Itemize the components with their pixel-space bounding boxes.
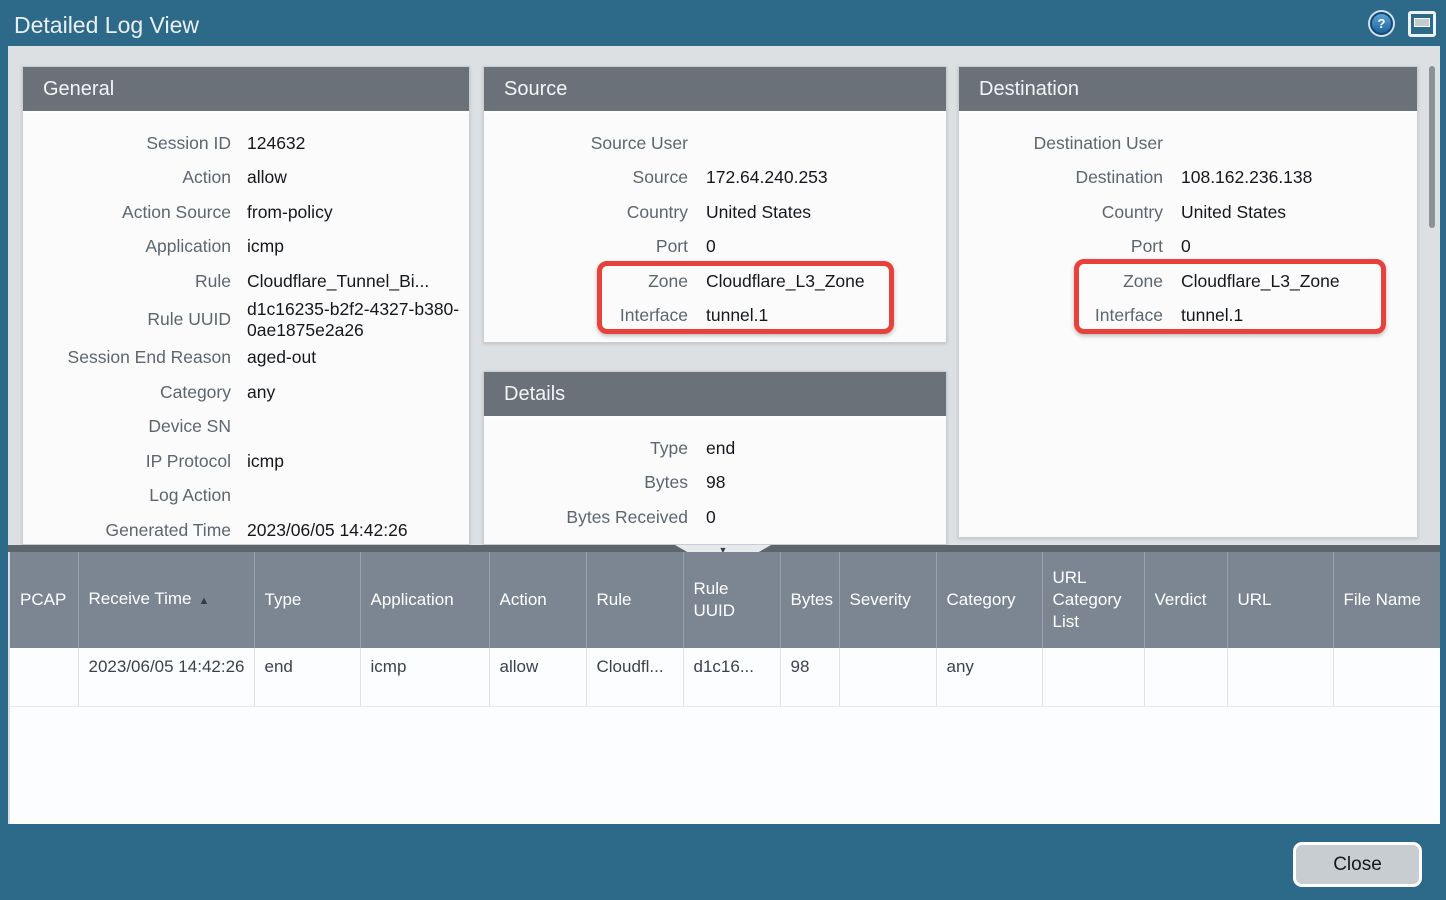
field-rule-uuid: Rule UUIDd1c16235-b2f2-4327-b380-0ae1875…	[23, 299, 469, 341]
column-header-url[interactable]: URL	[1227, 552, 1333, 648]
field-rule: RuleCloudflare_Tunnel_Bi...	[23, 264, 469, 299]
help-icon-glyph: ?	[1370, 12, 1393, 35]
field-session-id: Session ID124632	[23, 126, 469, 161]
log-table: PCAP Receive Time▲ Type Application Acti…	[10, 552, 1440, 707]
field-destination-zone: ZoneCloudflare_L3_Zone	[959, 264, 1417, 299]
log-table-row[interactable]: 2023/06/05 14:42:26 end icmp allow Cloud…	[10, 648, 1440, 706]
help-icon[interactable]: ?	[1368, 10, 1395, 37]
cell-verdict	[1144, 648, 1227, 706]
panel-details: Details Typeend Bytes98 Bytes Received0	[483, 371, 947, 545]
cell-file-name	[1333, 648, 1440, 706]
cell-severity	[839, 648, 936, 706]
column-header-action[interactable]: Action	[489, 552, 586, 648]
panel-details-rows: Typeend Bytes98 Bytes Received0	[484, 418, 946, 535]
sort-ascending-icon: ▲	[198, 595, 209, 607]
titlebar-icons: ?	[1368, 10, 1436, 37]
column-header-url-category-list[interactable]: URL Category List	[1042, 552, 1144, 648]
field-session-end-reason: Session End Reasonaged-out	[23, 341, 469, 376]
column-header-type[interactable]: Type	[254, 552, 360, 648]
column-header-receive-time[interactable]: Receive Time▲	[78, 552, 254, 648]
cell-url	[1227, 648, 1333, 706]
panel-source-title: Source	[484, 67, 946, 113]
cell-type: end	[254, 648, 360, 706]
field-action-source: Action Sourcefrom-policy	[23, 195, 469, 230]
dialog-titlebar: Detailed Log View ?	[0, 0, 1446, 46]
field-destination-country: CountryUnited States	[959, 195, 1417, 230]
panel-destination: Destination Destination User Destination…	[958, 66, 1418, 538]
field-generated-time: Generated Time2023/06/05 14:42:26	[23, 513, 469, 545]
field-bytes-received: Bytes Received0	[484, 500, 946, 535]
field-category: Categoryany	[23, 375, 469, 410]
field-source-zone: ZoneCloudflare_L3_Zone	[484, 264, 946, 299]
field-source-port: Port0	[484, 230, 946, 265]
field-destination-interface: Interfacetunnel.1	[959, 299, 1417, 334]
column-header-rule[interactable]: Rule	[586, 552, 683, 648]
field-source-interface: Interfacetunnel.1	[484, 299, 946, 334]
field-source: Source172.64.240.253	[484, 161, 946, 196]
column-header-category[interactable]: Category	[936, 552, 1042, 648]
panel-destination-title: Destination	[959, 67, 1417, 113]
cell-url-category-list	[1042, 648, 1144, 706]
close-button[interactable]: Close	[1293, 842, 1422, 887]
field-bytes: Bytes98	[484, 466, 946, 501]
panel-general-rows: Session ID124632 Actionallow Action Sour…	[23, 113, 469, 545]
panel-general: General Session ID124632 Actionallow Act…	[22, 66, 470, 545]
cell-application: icmp	[360, 648, 489, 706]
field-action: Actionallow	[23, 161, 469, 196]
field-destination: Destination108.162.236.138	[959, 161, 1417, 196]
cell-action: allow	[489, 648, 586, 706]
field-type: Typeend	[484, 431, 946, 466]
cell-category: any	[936, 648, 1042, 706]
log-table-header-row: PCAP Receive Time▲ Type Application Acti…	[10, 552, 1440, 648]
field-destination-user: Destination User	[959, 126, 1417, 161]
panel-details-title: Details	[484, 372, 946, 418]
column-header-application[interactable]: Application	[360, 552, 489, 648]
cell-bytes: 98	[780, 648, 839, 706]
detailed-log-view-dialog: Detailed Log View ? General Session ID12…	[0, 0, 1446, 900]
column-header-verdict[interactable]: Verdict	[1144, 552, 1227, 648]
column-header-rule-uuid[interactable]: Rule UUID	[683, 552, 780, 648]
field-destination-port: Port0	[959, 230, 1417, 265]
cell-receive-time: 2023/06/05 14:42:26	[78, 648, 254, 706]
dialog-title: Detailed Log View	[14, 0, 199, 46]
field-source-user: Source User	[484, 126, 946, 161]
cell-pcap	[10, 648, 78, 706]
maximize-icon-inner	[1414, 18, 1430, 27]
field-source-country: CountryUnited States	[484, 195, 946, 230]
column-header-bytes[interactable]: Bytes	[780, 552, 839, 648]
field-ip-protocol: IP Protocolicmp	[23, 444, 469, 479]
field-log-action: Log Action	[23, 479, 469, 514]
cell-rule: Cloudfl...	[586, 648, 683, 706]
column-header-file-name[interactable]: File Name	[1333, 552, 1440, 648]
column-header-severity[interactable]: Severity	[839, 552, 936, 648]
dialog-content: General Session ID124632 Actionallow Act…	[8, 46, 1440, 824]
column-header-pcap[interactable]: PCAP	[10, 552, 78, 648]
maximize-icon[interactable]	[1408, 11, 1436, 37]
panel-source-rows: Source User Source172.64.240.253 Country…	[484, 113, 946, 333]
panel-general-title: General	[23, 67, 469, 113]
field-application: Applicationicmp	[23, 230, 469, 265]
log-table-container: PCAP Receive Time▲ Type Application Acti…	[10, 552, 1440, 824]
panel-source: Source Source User Source172.64.240.253 …	[483, 66, 947, 343]
cell-rule-uuid: d1c16...	[683, 648, 780, 706]
field-device-sn: Device SN	[23, 410, 469, 445]
panel-destination-rows: Destination User Destination108.162.236.…	[959, 113, 1417, 333]
vertical-scrollbar-thumb[interactable]	[1429, 66, 1435, 228]
